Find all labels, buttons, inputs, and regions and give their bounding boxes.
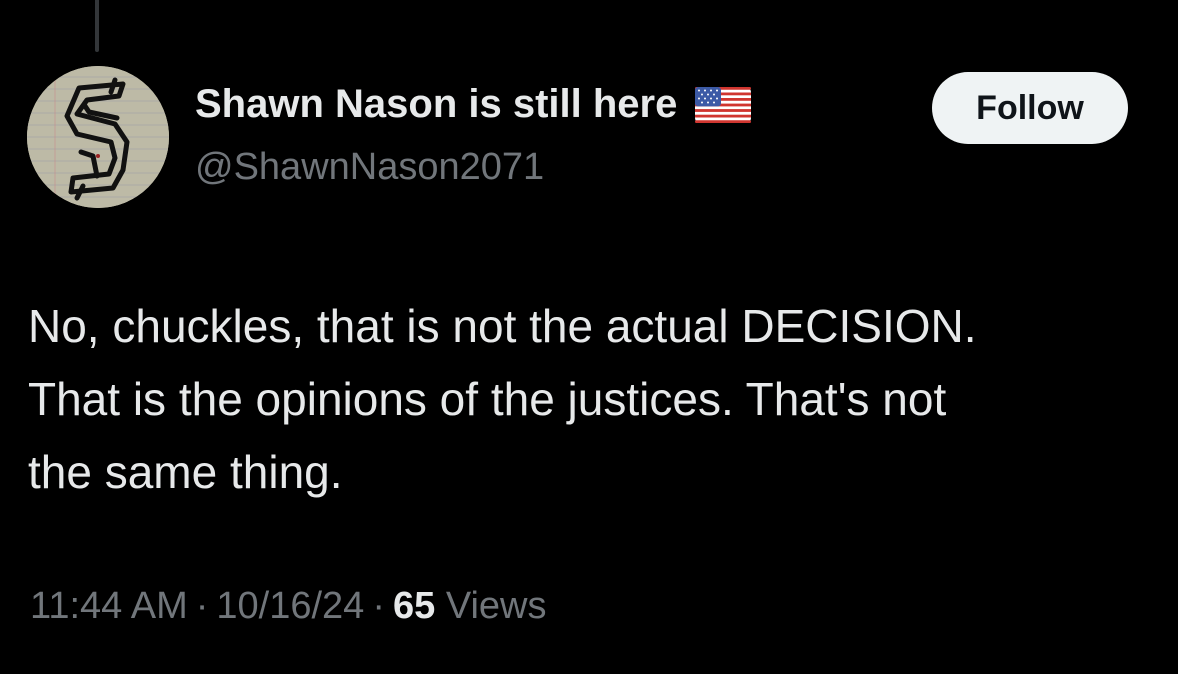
- follow-button[interactable]: Follow: [932, 72, 1128, 144]
- views-label: Views: [445, 585, 547, 627]
- thread-connector-line: [95, 0, 99, 52]
- avatar[interactable]: [27, 66, 169, 208]
- views-count: 65: [392, 585, 436, 627]
- tweet-text-line: No, chuckles, that is not the actual DEC…: [28, 300, 977, 352]
- tweet-meta: 11:44 AM · 10/16/24 · 65 Views: [30, 585, 547, 628]
- author-display-name[interactable]: Shawn Nason is still here: [195, 82, 752, 127]
- tweet-text-line: the same thing.: [28, 446, 343, 498]
- tweet-time[interactable]: 11:44 AM: [30, 585, 188, 627]
- tweet-text: No, chuckles, that is not the actual DEC…: [28, 290, 1158, 509]
- us-flag-icon: [695, 86, 752, 123]
- gothic-letter-s-icon: [27, 66, 169, 208]
- author-handle[interactable]: @ShawnNason2071: [195, 146, 544, 189]
- tweet-text-line: That is the opinions of the justices. Th…: [28, 373, 947, 425]
- author-display-name-text: Shawn Nason is still here: [195, 82, 678, 126]
- meta-separator: ·: [195, 585, 209, 627]
- tweet-date[interactable]: 10/16/24: [216, 585, 364, 627]
- meta-separator: ·: [372, 585, 385, 627]
